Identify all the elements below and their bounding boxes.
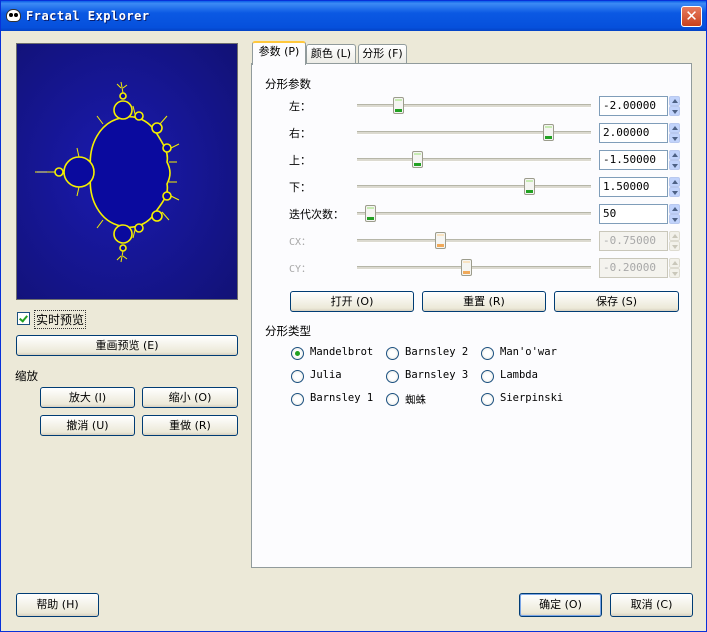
help-button[interactable]: 帮助 (H)	[16, 593, 99, 617]
fractal-type-label-0[interactable]: Mandelbrot	[310, 346, 373, 358]
param-1-slider-track[interactable]	[357, 131, 591, 135]
save-button[interactable]: 保存 (S)	[554, 291, 679, 312]
param-3-slider-thumb[interactable]	[524, 178, 536, 195]
param-0-label: 左：	[289, 100, 311, 113]
fractal-type-radio-2[interactable]	[481, 347, 494, 360]
fractal-type-radio-1[interactable]	[386, 347, 399, 360]
fractal-type-radio-3[interactable]	[291, 370, 304, 383]
zoom-section-title: 缩放	[15, 369, 38, 383]
param-0-value-field[interactable]: -2.00000	[599, 96, 668, 116]
cancel-button[interactable]: 取消 (C)	[610, 593, 693, 617]
spin-down-icon[interactable]	[669, 187, 680, 197]
param-6-label: CY：	[289, 264, 312, 275]
fractal-type-title: 分形类型	[265, 324, 311, 338]
window-title: Fractal Explorer	[26, 9, 150, 23]
spin-down-icon	[669, 268, 680, 278]
tab-fractals[interactable]: 分形 (F)	[358, 44, 407, 64]
spin-up-icon	[669, 231, 680, 241]
spin-down-icon[interactable]	[669, 214, 680, 224]
param-6-slider-thumb	[460, 259, 472, 276]
fractal-type-radio-8[interactable]	[481, 393, 494, 406]
param-2-slider-track[interactable]	[357, 158, 591, 162]
param-3-slider-track[interactable]	[357, 185, 591, 189]
fractal-type-radio-5[interactable]	[481, 370, 494, 383]
title-bar[interactable]: Fractal Explorer ✕	[1, 1, 706, 31]
param-5-spin-buttons	[669, 231, 680, 251]
param-0-spin-buttons[interactable]	[669, 96, 680, 116]
undo-button[interactable]: 撤消 (U)	[40, 415, 135, 436]
fractal-type-radio-0[interactable]	[291, 347, 304, 360]
param-4-spin-buttons[interactable]	[669, 204, 680, 224]
fractal-type-label-6[interactable]: Barnsley 1	[310, 392, 373, 404]
param-4-slider-track[interactable]	[357, 212, 591, 216]
spin-down-icon[interactable]	[669, 160, 680, 170]
param-3-spin-buttons[interactable]	[669, 177, 680, 197]
param-3-label: 下：	[289, 181, 311, 194]
realtime-preview-label: 实时预览	[34, 310, 87, 329]
spin-up-icon[interactable]	[669, 177, 680, 187]
param-4-value-field[interactable]: 50	[599, 204, 668, 224]
param-0-slider-track[interactable]	[357, 104, 591, 108]
param-5-label: CX：	[289, 237, 312, 248]
fractal-type-radio-6[interactable]	[291, 393, 304, 406]
param-2-value-field[interactable]: -1.50000	[599, 150, 668, 170]
tab-parameters[interactable]: 参数 (P)	[252, 41, 306, 65]
param-0-slider-thumb[interactable]	[393, 97, 405, 114]
zoom-in-button[interactable]: 放大 (I)	[40, 387, 135, 408]
zoom-out-button[interactable]: 缩小 (O)	[142, 387, 238, 408]
param-5-slider-track	[357, 239, 591, 243]
fractal-type-label-3[interactable]: Julia	[310, 369, 342, 381]
param-6-value-field: -0.20000	[599, 258, 668, 278]
param-6-spin-buttons	[669, 258, 680, 278]
fractal-type-label-8[interactable]: Sierpinski	[500, 392, 563, 404]
fractal-type-label-1[interactable]: Barnsley 2	[405, 346, 468, 358]
param-1-value-field[interactable]: 2.00000	[599, 123, 668, 143]
radio-selected-icon	[295, 351, 300, 356]
param-2-spin-buttons[interactable]	[669, 150, 680, 170]
fractal-explorer-dialog: Fractal Explorer ✕ 实时预览 重画预览 (E) 缩放 放大 (…	[0, 0, 707, 632]
param-1-slider-thumb[interactable]	[542, 124, 554, 141]
fractal-params-title: 分形参数	[265, 77, 311, 91]
spin-down-icon[interactable]	[669, 106, 680, 116]
spin-up-icon[interactable]	[669, 96, 680, 106]
fractal-type-radio-4[interactable]	[386, 370, 399, 383]
param-1-spin-buttons[interactable]	[669, 123, 680, 143]
param-6-slider-track	[357, 266, 591, 270]
spin-down-icon	[669, 241, 680, 251]
param-5-value-field: -0.75000	[599, 231, 668, 251]
param-4-slider-thumb[interactable]	[365, 205, 377, 222]
spin-up-icon	[669, 258, 680, 268]
param-5-slider-thumb	[435, 232, 447, 249]
redo-button[interactable]: 重做 (R)	[142, 415, 238, 436]
ok-button[interactable]: 确定 (O)	[519, 593, 602, 617]
tab-colors[interactable]: 颜色 (L)	[306, 44, 356, 64]
mandelbrot-image	[17, 44, 237, 299]
param-3-value-field[interactable]: 1.50000	[599, 177, 668, 197]
close-button[interactable]: ✕	[681, 6, 702, 27]
fractal-type-label-7[interactable]: 蜘蛛	[405, 392, 426, 407]
param-2-slider-thumb[interactable]	[411, 151, 423, 168]
fractal-preview[interactable]	[16, 43, 238, 300]
reset-button[interactable]: 重置 (R)	[422, 291, 546, 312]
gimp-icon	[6, 9, 21, 22]
fractal-type-label-2[interactable]: Man'o'war	[500, 346, 557, 358]
spin-down-icon[interactable]	[669, 133, 680, 143]
spin-up-icon[interactable]	[669, 150, 680, 160]
param-1-label: 右：	[289, 127, 311, 140]
param-2-label: 上：	[289, 154, 311, 167]
fractal-type-label-5[interactable]: Lambda	[500, 369, 538, 381]
fractal-type-radio-7[interactable]	[386, 393, 399, 406]
param-4-label: 迭代次数：	[289, 208, 344, 221]
spin-up-icon[interactable]	[669, 204, 680, 214]
open-button[interactable]: 打开 (O)	[290, 291, 414, 312]
redraw-preview-button[interactable]: 重画预览 (E)	[16, 335, 238, 356]
fractal-type-label-4[interactable]: Barnsley 3	[405, 369, 468, 381]
spin-up-icon[interactable]	[669, 123, 680, 133]
realtime-preview-checkbox[interactable]	[17, 312, 30, 325]
checkmark-icon	[19, 313, 28, 323]
